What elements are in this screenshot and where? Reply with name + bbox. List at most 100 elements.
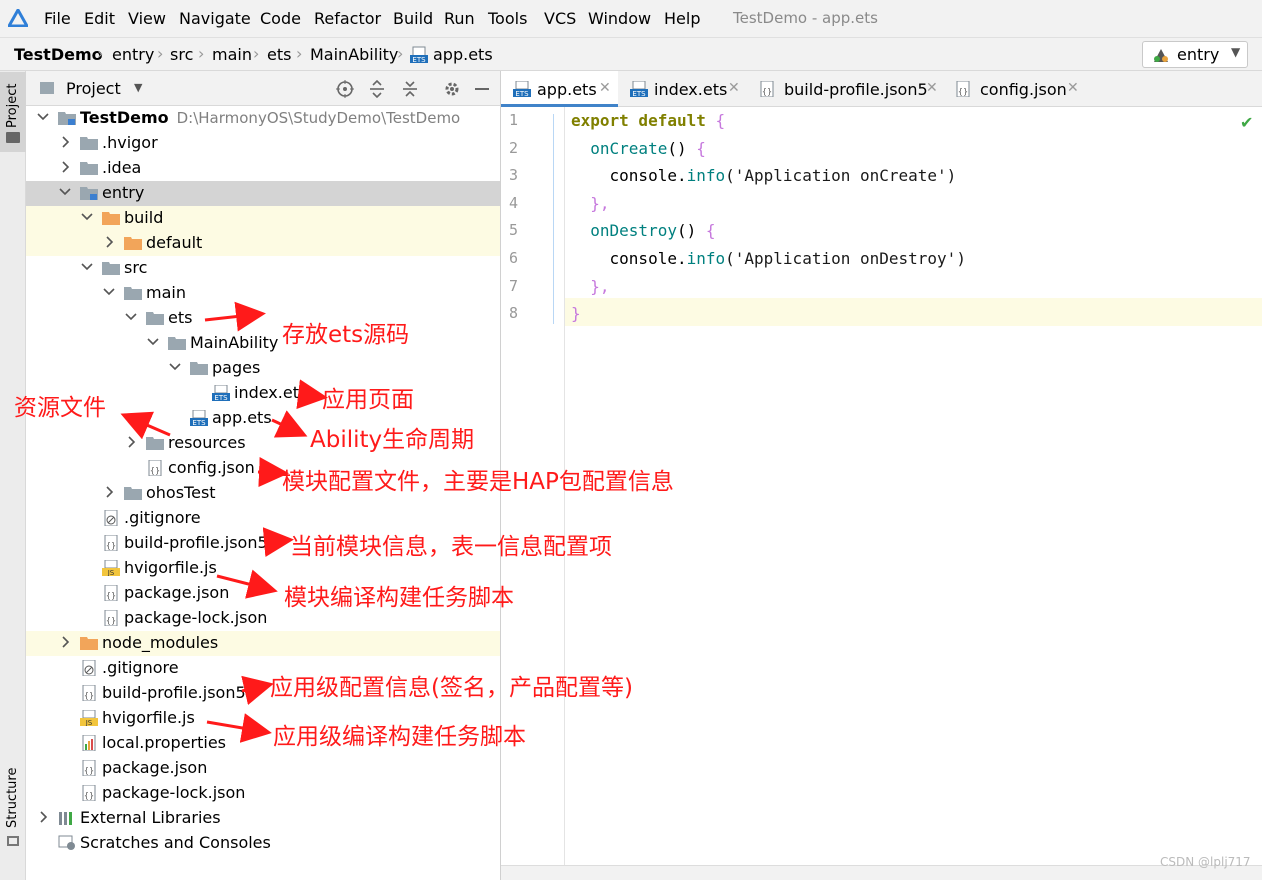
tree-item-label: local.properties — [102, 733, 226, 753]
breadcrumb-src[interactable]: src — [170, 45, 193, 65]
breadcrumb-mainability[interactable]: MainAbility — [310, 45, 398, 65]
chevron-right-icon[interactable] — [102, 484, 116, 500]
gear-icon[interactable] — [443, 80, 461, 98]
tree-item[interactable]: {} package-lock.json — [26, 781, 500, 806]
chevron-down-icon[interactable] — [80, 209, 94, 225]
close-icon[interactable]: ✕ — [926, 80, 938, 96]
tree-item-text: MainAbility — [190, 333, 279, 352]
close-icon[interactable]: ✕ — [1067, 80, 1079, 96]
close-icon[interactable]: ✕ — [599, 80, 611, 96]
tree-item-label: .idea — [102, 158, 141, 178]
chevron-down-icon[interactable] — [146, 334, 160, 350]
tree-item[interactable]: Scratches and Consoles — [26, 831, 500, 856]
project-view-icon — [40, 82, 54, 94]
menu-code[interactable]: Code — [260, 9, 301, 29]
expand-all-icon[interactable] — [369, 80, 385, 98]
line-number: 6 — [508, 249, 518, 267]
json-file-icon: {} — [80, 759, 98, 777]
breadcrumb-ets[interactable]: ets — [267, 45, 291, 65]
chevron-right-icon[interactable] — [58, 634, 72, 650]
code-token: ('Application onCreate') — [725, 166, 957, 186]
menu-tools[interactable]: Tools — [488, 9, 527, 29]
chevron-down-icon[interactable] — [80, 259, 94, 275]
tree-item-label: .gitignore — [124, 508, 201, 528]
json-file-icon: {} — [80, 784, 98, 802]
tree-item[interactable]: src — [26, 256, 500, 281]
tree-item[interactable]: node_modules — [26, 631, 500, 656]
annotation-module-info: 当前模块信息，表一信息配置项 — [290, 534, 612, 560]
chevron-right-icon[interactable] — [58, 159, 72, 175]
tree-item[interactable]: entry — [26, 181, 500, 206]
close-icon[interactable]: ✕ — [728, 80, 740, 96]
structure-tool-label: Structure — [5, 767, 20, 828]
tree-item-label: package.json — [124, 583, 229, 603]
tab-build-profile[interactable]: {} build-profile.json5 ✕ — [746, 71, 942, 107]
menu-navigate[interactable]: Navigate — [179, 9, 251, 29]
breadcrumb-separator-icon: › — [296, 44, 303, 63]
tree-item-text: TestDemo — [80, 108, 169, 127]
tree-item-label: .gitignore — [102, 658, 179, 678]
module-icon — [1154, 49, 1168, 62]
breadcrumb-main[interactable]: main — [212, 45, 252, 65]
svg-text:{}: {} — [762, 87, 772, 96]
menu-view[interactable]: View — [128, 9, 166, 29]
tree-item[interactable]: .hvigor — [26, 131, 500, 156]
structure-tool-button[interactable]: Structure — [0, 760, 26, 860]
chevron-down-icon: ▼ — [1231, 45, 1241, 59]
menu-help[interactable]: Help — [664, 9, 700, 29]
json-file-icon: {} — [956, 81, 970, 97]
tree-item[interactable]: TestDemo D:\HarmonyOS\StudyDemo\TestDemo — [26, 106, 500, 131]
tree-item-text: .idea — [102, 158, 142, 177]
chevron-right-icon[interactable] — [124, 434, 138, 450]
locate-icon[interactable] — [336, 80, 354, 98]
chevron-down-icon[interactable] — [168, 359, 182, 375]
breadcrumb-entry[interactable]: entry — [112, 45, 154, 65]
project-tool-button[interactable]: Project — [0, 72, 26, 152]
menu-vcs[interactable]: VCS — [544, 9, 576, 29]
chevron-down-icon[interactable]: ▼ — [134, 81, 142, 94]
chevron-right-icon[interactable] — [58, 134, 72, 150]
breadcrumb-separator-icon: › — [198, 44, 205, 63]
breadcrumb-file[interactable]: app.ets — [433, 45, 493, 65]
tree-item-text: External Libraries — [80, 808, 221, 827]
menu-build[interactable]: Build — [393, 9, 433, 29]
hide-panel-icon[interactable] — [475, 88, 489, 90]
tree-item[interactable]: build — [26, 206, 500, 231]
project-panel-title[interactable]: Project — [66, 79, 121, 98]
tree-item[interactable]: {} package.json — [26, 756, 500, 781]
chevron-down-icon[interactable] — [58, 184, 72, 200]
menu-refactor[interactable]: Refactor — [314, 9, 381, 29]
folder-icon — [146, 310, 164, 326]
tab-index-ets[interactable]: ETS index.ets ✕ — [618, 71, 746, 107]
menu-window[interactable]: Window — [588, 9, 651, 29]
tree-item[interactable]: External Libraries — [26, 806, 500, 831]
annotation-ability-lifecycle: Ability生命周期 — [310, 427, 475, 453]
tree-item[interactable]: .idea — [26, 156, 500, 181]
menu-run[interactable]: Run — [444, 9, 475, 29]
tree-item-label: build-profile.json5 — [102, 683, 246, 703]
excluded-folder-icon — [80, 635, 98, 651]
collapse-all-icon[interactable] — [402, 80, 418, 98]
tree-item[interactable]: default — [26, 231, 500, 256]
run-configuration-select[interactable]: entry ▼ — [1142, 41, 1248, 68]
tree-item-label: .hvigor — [102, 133, 158, 153]
chevron-right-icon[interactable] — [102, 234, 116, 250]
folder-icon — [102, 260, 120, 276]
menu-edit[interactable]: Edit — [84, 9, 115, 29]
tab-label: build-profile.json5 — [784, 80, 928, 99]
chevron-down-icon[interactable] — [102, 284, 116, 300]
tree-item[interactable]: MainAbility — [26, 331, 500, 356]
chevron-right-icon[interactable] — [36, 809, 50, 825]
code-line: }, — [571, 190, 609, 217]
breadcrumb-project[interactable]: TestDemo — [14, 45, 103, 65]
tree-item-text: src — [124, 258, 148, 277]
chevron-down-icon[interactable] — [124, 309, 138, 325]
tab-config-json[interactable]: {} config.json ✕ — [942, 71, 1082, 107]
chevron-down-icon[interactable] — [36, 109, 50, 125]
tree-item[interactable]: main — [26, 281, 500, 306]
module-folder-icon — [58, 110, 76, 126]
menu-file[interactable]: File — [44, 9, 71, 29]
tree-item[interactable]: pages — [26, 356, 500, 381]
tree-item[interactable]: ets — [26, 306, 500, 331]
tab-app-ets[interactable]: ETS app.ets ✕ — [501, 71, 618, 107]
